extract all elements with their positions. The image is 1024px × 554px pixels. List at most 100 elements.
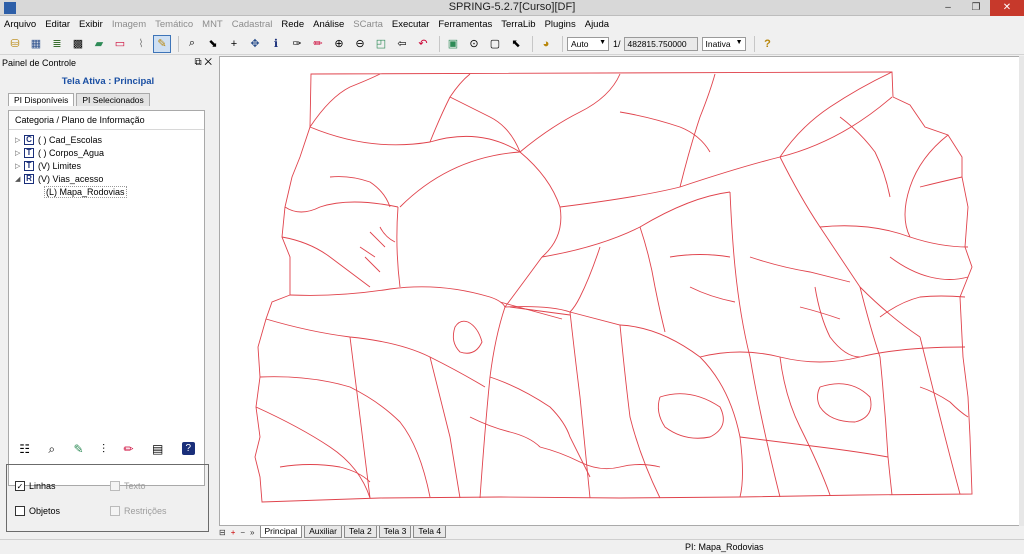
palette-icon[interactable]: ◕ bbox=[537, 35, 555, 53]
close-panel-icon[interactable]: ✕ bbox=[204, 57, 212, 68]
pencil-icon[interactable]: ✏ bbox=[309, 35, 327, 53]
road-line bbox=[255, 406, 371, 499]
tree-item-mapa-rodovias[interactable]: (L) Mapa_Rodovias bbox=[9, 185, 204, 198]
plan-label: (L) Mapa_Rodovias bbox=[44, 185, 127, 198]
menu-plugins[interactable]: Plugins bbox=[545, 19, 576, 30]
menu-exibir[interactable]: Exibir bbox=[79, 19, 103, 30]
category-marker: T bbox=[24, 160, 34, 171]
brush-icon[interactable]: ⌇ bbox=[132, 35, 150, 53]
menu-ferramentas[interactable]: Ferramentas bbox=[438, 19, 492, 30]
menu-imagem: Imagem bbox=[111, 19, 147, 30]
plus-icon[interactable]: + bbox=[225, 35, 243, 53]
maximize-button[interactable]: ❐ bbox=[962, 0, 990, 16]
layers-icon[interactable]: ≣ bbox=[48, 35, 66, 53]
menu-editar[interactable]: Editar bbox=[45, 19, 70, 30]
help-icon[interactable]: ? bbox=[181, 442, 195, 455]
menu-executar[interactable]: Executar bbox=[392, 19, 430, 30]
project-icon[interactable]: ▦ bbox=[27, 35, 45, 53]
tab-tela-3[interactable]: Tela 3 bbox=[378, 526, 412, 538]
chevron-down-icon: ▼ bbox=[735, 38, 743, 46]
add-screen-icon[interactable]: + bbox=[231, 528, 236, 537]
tree-item-corpos-agua[interactable]: ▷ T ( ) Corpos_Agua bbox=[9, 146, 204, 159]
road-line bbox=[657, 393, 724, 439]
road-line bbox=[429, 356, 461, 499]
next-screen-icon[interactable]: » bbox=[250, 528, 254, 537]
cursor-icon[interactable]: ⬊ bbox=[204, 35, 222, 53]
category-tree: Categoria / Plano de Informação ▷ C ( ) … bbox=[8, 110, 205, 486]
menu-analise[interactable]: Análise bbox=[313, 19, 344, 30]
edit-icon[interactable]: ✎ bbox=[74, 442, 84, 458]
database-icon[interactable]: ⛁ bbox=[6, 35, 24, 53]
screen-icon[interactable]: ▭ bbox=[111, 35, 129, 53]
menu-ajuda[interactable]: Ajuda bbox=[585, 19, 609, 30]
road-line bbox=[265, 318, 486, 388]
expand-icon[interactable]: ▷ bbox=[15, 136, 24, 144]
road-line bbox=[689, 286, 736, 303]
road-line bbox=[289, 286, 506, 308]
collapse-icon[interactable]: ◢ bbox=[15, 175, 24, 183]
undo-icon[interactable]: ↶ bbox=[414, 35, 432, 53]
menu-scarta: SCarta bbox=[353, 19, 383, 30]
menu-rede[interactable]: Rede bbox=[281, 19, 304, 30]
measure-icon[interactable]: ✑ bbox=[288, 35, 306, 53]
tab-principal[interactable]: Principal bbox=[259, 526, 303, 538]
back-icon[interactable]: ⇦ bbox=[393, 35, 411, 53]
inspect-icon[interactable]: ⌕ bbox=[48, 442, 55, 458]
map-icon[interactable]: ▣ bbox=[444, 35, 462, 53]
info-icon[interactable]: ℹ bbox=[267, 35, 285, 53]
close-button[interactable]: ✕ bbox=[990, 0, 1024, 16]
tree-item-limites[interactable]: ▷ T (V) Limites bbox=[9, 159, 204, 172]
road-line bbox=[284, 201, 399, 213]
map-drawing bbox=[254, 71, 973, 503]
tree-item-vias-acesso[interactable]: ◢ R (V) Vias_acesso bbox=[9, 172, 204, 185]
objetos-option[interactable]: Objetos bbox=[15, 506, 60, 516]
map-canvas[interactable] bbox=[219, 56, 1020, 526]
grid-icon[interactable]: ▩ bbox=[69, 35, 87, 53]
vertical-scrollbar[interactable] bbox=[1019, 56, 1024, 526]
menu-terralib[interactable]: TerraLib bbox=[501, 19, 535, 30]
scale-input[interactable]: 482815.750000 bbox=[623, 36, 698, 51]
zoom-in-icon[interactable]: ⊕ bbox=[330, 35, 348, 53]
table-icon[interactable]: ▤ bbox=[152, 442, 163, 458]
tree-item-cad-escolas[interactable]: ▷ C ( ) Cad_Escolas bbox=[9, 133, 204, 146]
tab-pi-disponiveis[interactable]: PI Disponíveis bbox=[8, 93, 75, 106]
expand-icon[interactable]: ▷ bbox=[15, 149, 24, 157]
road-line bbox=[509, 306, 571, 316]
frame-icon[interactable]: ▢ bbox=[486, 35, 504, 53]
float-icon[interactable]: ⧉ bbox=[194, 57, 201, 68]
move-icon[interactable]: ✥ bbox=[246, 35, 264, 53]
menu-arquivo[interactable]: Arquivo bbox=[4, 19, 36, 30]
tab-tela-2[interactable]: Tela 2 bbox=[343, 526, 377, 538]
road-line bbox=[309, 73, 381, 128]
cursor-mode-select[interactable]: Inativa ▼ bbox=[701, 36, 746, 51]
pen-icon[interactable]: ✏ bbox=[123, 442, 133, 458]
road-line bbox=[452, 320, 483, 354]
chart-icon[interactable]: ⫶ bbox=[102, 442, 105, 458]
list-icon[interactable]: ☷ bbox=[19, 442, 30, 458]
menu-tematico: Temático bbox=[155, 19, 194, 30]
linhas-checkbox[interactable]: ✓ bbox=[15, 481, 25, 491]
first-screen-icon[interactable]: ⊟ bbox=[219, 528, 226, 537]
tab-tela-4[interactable]: Tela 4 bbox=[413, 526, 447, 538]
select-icon[interactable]: ⬉ bbox=[507, 35, 525, 53]
tab-auxiliar[interactable]: Auxiliar bbox=[304, 526, 342, 538]
scale-mode-select[interactable]: Auto ▼ bbox=[567, 36, 609, 51]
draw-icon[interactable]: ✎ bbox=[153, 34, 171, 53]
search-icon[interactable]: ⌕ bbox=[183, 35, 201, 53]
zoom-out-icon[interactable]: ⊖ bbox=[351, 35, 369, 53]
linhas-option[interactable]: ✓ Linhas bbox=[15, 481, 56, 491]
zoom-area-icon[interactable]: ◰ bbox=[372, 35, 390, 53]
help-icon[interactable]: ? bbox=[759, 35, 777, 53]
road-line bbox=[396, 206, 401, 288]
objetos-checkbox[interactable] bbox=[15, 506, 25, 516]
road-line bbox=[399, 151, 521, 208]
eraser-icon[interactable]: ▰ bbox=[90, 35, 108, 53]
category-marker: R bbox=[24, 173, 34, 184]
chevron-down-icon: ▼ bbox=[599, 38, 606, 46]
tab-pi-selecionados[interactable]: PI Selecionados bbox=[76, 93, 150, 106]
zoom-menu-icon[interactable]: ⊙ bbox=[465, 35, 483, 53]
expand-icon[interactable]: ▷ bbox=[15, 162, 24, 170]
prev-screen-icon[interactable]: − bbox=[240, 528, 245, 537]
tree-item-label: ( ) Cad_Escolas bbox=[38, 134, 103, 145]
minimize-button[interactable]: – bbox=[934, 0, 962, 16]
